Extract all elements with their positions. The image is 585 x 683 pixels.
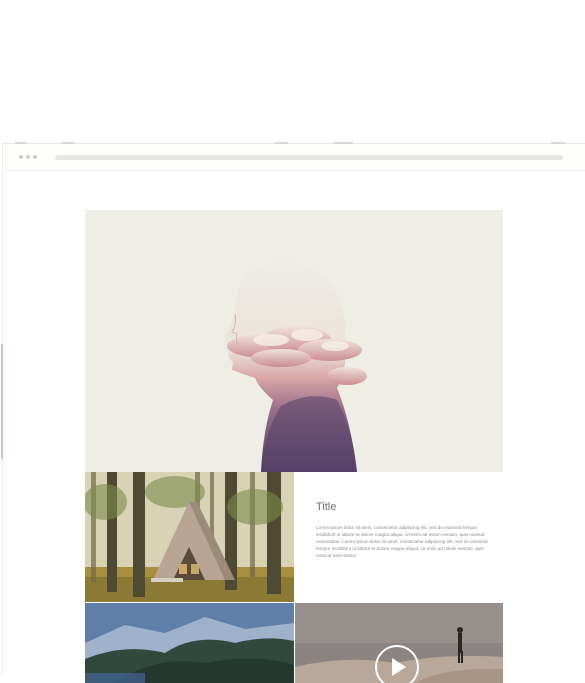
text-card: Title Lorem ipsum dolor sit amet, consec… [294, 472, 503, 602]
browser-toolbar [3, 144, 585, 171]
window-control-dot[interactable] [33, 155, 37, 159]
window-control-dot[interactable] [26, 155, 30, 159]
window-controls [19, 155, 37, 159]
video-thumbnail[interactable] [295, 603, 503, 683]
browser-window: Title Lorem ipsum dolor sit amet, consec… [1, 142, 585, 683]
cabin-forest-image [85, 472, 294, 602]
card-title: Title [316, 501, 337, 513]
card-body-text: Lorem ipsum dolor sit amet, consectetur … [316, 525, 488, 558]
play-icon[interactable] [375, 645, 419, 683]
mountain-lake-image [85, 603, 294, 683]
left-edge-accent [1, 344, 3, 459]
hero-image [85, 210, 503, 472]
window-control-dot[interactable] [19, 155, 23, 159]
address-bar[interactable] [55, 155, 563, 160]
top-blank-area [0, 0, 585, 143]
